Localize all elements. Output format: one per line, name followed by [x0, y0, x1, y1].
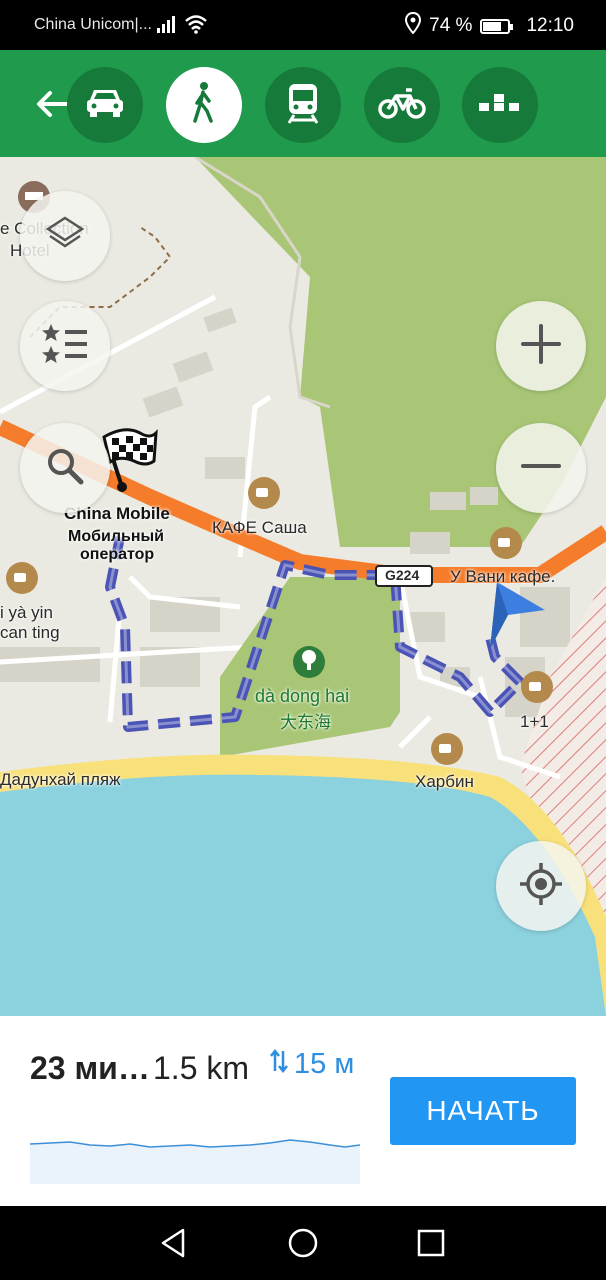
minus-icon: [519, 444, 563, 493]
mode-transit-button[interactable]: [265, 67, 341, 143]
signal-icon: [156, 14, 178, 39]
elevation-info: 15 м: [270, 1048, 354, 1081]
car-icon: [84, 86, 126, 125]
yi-ya-yin-label-line2: can ting: [0, 623, 60, 642]
my-location-icon: [518, 861, 564, 912]
system-nav-bar: [0, 1206, 606, 1280]
zoom-out-button[interactable]: [496, 423, 586, 513]
search-button[interactable]: [20, 423, 110, 513]
road-label: G224: [385, 567, 420, 583]
battery-percent: 74 %: [429, 15, 473, 36]
start-button[interactable]: НАЧАТЬ: [390, 1077, 576, 1145]
zoom-in-button[interactable]: [496, 301, 586, 391]
mode-taxi-button[interactable]: [462, 67, 538, 143]
search-icon: [45, 446, 85, 491]
battery-icon: [480, 18, 514, 34]
recents-square-icon[interactable]: [414, 1226, 448, 1260]
route-summary-panel: 23 ми… 1.5 km 15 м НАЧАТЬ: [0, 1016, 606, 1206]
carrier-name: China Unicom|...: [34, 16, 152, 33]
favorites-button[interactable]: [20, 301, 110, 391]
elevation-value: 15 м: [294, 1048, 355, 1080]
park-latin-label: dà dong hai: [255, 686, 350, 706]
favorites-list-icon: [41, 322, 89, 371]
yi-ya-yin-label-line1: i yà yin: [0, 603, 53, 622]
bike-icon: [378, 86, 426, 125]
mode-walk-button[interactable]: [166, 67, 242, 143]
harbin-label: Харбин: [415, 772, 474, 791]
train-icon: [285, 82, 321, 129]
transport-mode-bar: [0, 50, 606, 157]
operator-label-line1: Мобильный: [68, 528, 164, 545]
my-location-button[interactable]: [496, 841, 586, 931]
route-distance: 1.5 km: [153, 1050, 250, 1086]
beach-label: Дадунхай пляж: [0, 770, 121, 789]
route-time: 23 ми…: [30, 1050, 150, 1086]
clock: 12:10: [526, 15, 574, 36]
cafe-sasha-label: КАФЕ Саша: [212, 518, 307, 537]
layers-button[interactable]: [20, 191, 110, 281]
map-view[interactable]: e Collection Hotel China Mobile Мобильны…: [0, 157, 606, 1016]
location-icon: [405, 11, 422, 40]
plus-icon: [519, 322, 563, 371]
back-triangle-icon[interactable]: [157, 1226, 191, 1260]
one-plus-one-label: 1+1: [520, 712, 549, 731]
elevation-arrows-icon: [270, 1048, 288, 1081]
mode-car-button[interactable]: [67, 67, 143, 143]
park-chinese-label: 大东海: [280, 713, 331, 732]
wifi-icon: [184, 14, 208, 39]
status-bar: China Unicom|... 74 % 12:10: [0, 0, 606, 50]
layers-icon: [45, 214, 85, 259]
vani-cafe-label: У Вани кафе.: [450, 567, 556, 586]
walk-icon: [189, 81, 219, 130]
home-circle-icon[interactable]: [286, 1226, 320, 1260]
operator-label-line2: оператор: [80, 546, 155, 563]
back-arrow-icon[interactable]: [34, 86, 70, 122]
elevation-chart: [30, 1139, 360, 1184]
mode-bike-button[interactable]: [364, 67, 440, 143]
taxi-icon: [477, 93, 523, 118]
